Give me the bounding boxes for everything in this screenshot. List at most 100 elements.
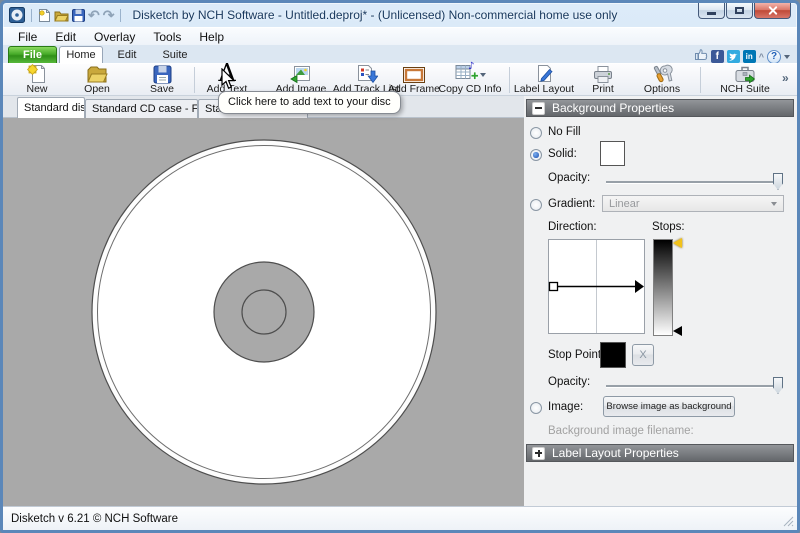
window-title: Disketch by NCH Software - Untitled.depr… xyxy=(132,8,618,22)
background-properties-header[interactable]: Background Properties xyxy=(526,99,794,117)
gradient-stop-marker-top[interactable] xyxy=(673,238,682,248)
remove-stop-button[interactable]: X xyxy=(632,344,654,366)
stop-point-color-swatch[interactable] xyxy=(600,342,626,368)
copy-cd-info-dropdown-icon xyxy=(480,73,486,77)
gradient-stop-marker-bottom[interactable] xyxy=(673,326,682,336)
toolbar-label-layout-button[interactable]: Label Layout xyxy=(511,65,577,95)
twitter-icon[interactable] xyxy=(726,50,740,63)
window-controls xyxy=(698,3,791,19)
titlebar[interactable]: ↶ ↷ Disketch by NCH Software - Untitled.… xyxy=(3,3,797,27)
quick-open-icon[interactable] xyxy=(54,7,69,24)
add-frame-icon xyxy=(402,65,426,84)
close-icon xyxy=(768,6,777,15)
toolbar-separator xyxy=(700,67,701,93)
close-button[interactable] xyxy=(754,3,791,19)
nch-suite-icon xyxy=(733,64,757,84)
quick-redo-icon[interactable]: ↷ xyxy=(103,7,115,24)
quick-undo-icon[interactable]: ↶ xyxy=(88,7,100,24)
toolbar-nch-suite-button[interactable]: NCH Suite xyxy=(711,65,779,95)
toolbar-open-label: Open xyxy=(84,83,110,95)
stop-opacity-slider-thumb[interactable] xyxy=(773,377,783,394)
ribbon-tab-edit[interactable]: Edit xyxy=(103,46,151,63)
stops-label: Stops: xyxy=(652,221,685,233)
divider xyxy=(31,8,32,22)
new-icon xyxy=(27,64,47,84)
background-properties-title: Background Properties xyxy=(552,101,675,115)
minimize-button[interactable] xyxy=(698,3,725,19)
ribbon-tab-suite[interactable]: Suite xyxy=(151,46,199,63)
design-canvas[interactable] xyxy=(3,118,524,506)
no-fill-radio[interactable] xyxy=(530,127,542,139)
menu-overlay[interactable]: Overlay xyxy=(85,30,144,44)
ribbon-tab-home[interactable]: Home xyxy=(59,46,103,63)
linkedin-icon[interactable]: in xyxy=(742,50,756,63)
tab-standard-disc[interactable]: Standard disc xyxy=(17,97,85,118)
menu-tools[interactable]: Tools xyxy=(144,30,190,44)
divider xyxy=(120,8,122,22)
maximize-button[interactable] xyxy=(726,3,753,19)
gradient-radio[interactable] xyxy=(530,199,542,211)
background-image-filename-label: Background image filename: xyxy=(548,425,694,437)
image-radio[interactable] xyxy=(530,402,542,414)
toolbar-label-layout-label: Label Layout xyxy=(513,83,575,95)
dropdown-caret-icon xyxy=(771,201,777,206)
toolbar-options-button[interactable]: Options xyxy=(631,64,693,95)
toolbar-open-button[interactable]: Open xyxy=(67,65,127,95)
options-icon xyxy=(652,64,673,84)
tab-cd-case-front[interactable]: Standard CD case - Front xyxy=(85,99,198,118)
quick-new-icon[interactable] xyxy=(38,7,51,24)
menu-help[interactable]: Help xyxy=(190,30,233,44)
toolbar-save-button[interactable]: Save xyxy=(132,65,192,95)
help-dropdown-icon[interactable] xyxy=(784,54,790,59)
solid-color-swatch[interactable] xyxy=(600,141,625,166)
maximize-icon xyxy=(735,7,744,14)
menu-file[interactable]: File xyxy=(9,30,46,44)
status-text: Disketch v 6.21 © NCH Software xyxy=(11,512,178,525)
opacity-label: Opacity: xyxy=(548,172,591,184)
add-text-tooltip: Click here to add text to your disc xyxy=(218,91,401,114)
toolbar-separator xyxy=(194,67,195,93)
add-track-list-icon xyxy=(355,64,378,84)
resize-grip[interactable] xyxy=(783,516,794,527)
minimize-icon xyxy=(707,12,716,15)
opacity-slider-thumb[interactable] xyxy=(773,173,783,190)
solid-label: Solid: xyxy=(548,148,577,160)
toolbar-print-label: Print xyxy=(592,83,614,95)
gradient-label: Gradient: xyxy=(548,198,596,210)
mouse-cursor-icon xyxy=(221,68,235,89)
toolbar-overflow-button[interactable]: » xyxy=(782,71,789,85)
image-label: Image: xyxy=(548,401,584,413)
toolbar-print-button[interactable]: Print xyxy=(573,65,633,95)
collapse-ribbon-icon[interactable]: ^ xyxy=(759,52,764,62)
solid-radio[interactable] xyxy=(530,149,542,161)
stop-opacity-label: Opacity: xyxy=(548,376,591,388)
menu-edit[interactable]: Edit xyxy=(46,30,85,44)
no-fill-label: No Fill xyxy=(548,126,581,138)
expand-section-icon[interactable] xyxy=(532,446,545,460)
gradient-type-dropdown[interactable]: Linear xyxy=(602,195,784,212)
ribbon-tab-row: File Home Edit Suite f in ^ ? xyxy=(3,45,797,64)
editor-column: Standard disc Standard CD case - Front S… xyxy=(3,96,524,506)
help-icon[interactable]: ? xyxy=(767,49,781,64)
properties-panel: Background Properties No Fill Solid: Opa… xyxy=(524,96,797,506)
cd-disc[interactable] xyxy=(90,138,438,486)
save-icon xyxy=(153,65,172,84)
quick-save-icon[interactable] xyxy=(72,7,85,24)
toolbar-copy-cd-info-button[interactable]: ♪ Copy CD Info xyxy=(432,61,508,95)
gradient-direction-control[interactable] xyxy=(548,239,645,334)
gradient-type-value: Linear xyxy=(609,197,640,210)
ribbon-tab-file[interactable]: File xyxy=(8,46,57,63)
toolbar-new-button[interactable]: New xyxy=(7,64,67,95)
collapse-section-icon[interactable] xyxy=(532,101,545,115)
print-icon xyxy=(592,65,614,84)
opacity-slider[interactable] xyxy=(606,181,783,183)
toolbar: New Open Save A Add Text Add Image Add T… xyxy=(3,61,797,96)
label-layout-icon xyxy=(534,64,555,84)
facebook-icon[interactable]: f xyxy=(710,50,724,63)
browse-image-button[interactable]: Browse image as background xyxy=(603,396,735,417)
stop-opacity-slider[interactable] xyxy=(606,385,783,387)
open-icon xyxy=(86,65,108,84)
toolbar-nch-suite-label: NCH Suite xyxy=(720,83,770,95)
gradient-stops-bar[interactable] xyxy=(653,239,673,336)
label-layout-properties-header[interactable]: Label Layout Properties xyxy=(526,444,794,462)
